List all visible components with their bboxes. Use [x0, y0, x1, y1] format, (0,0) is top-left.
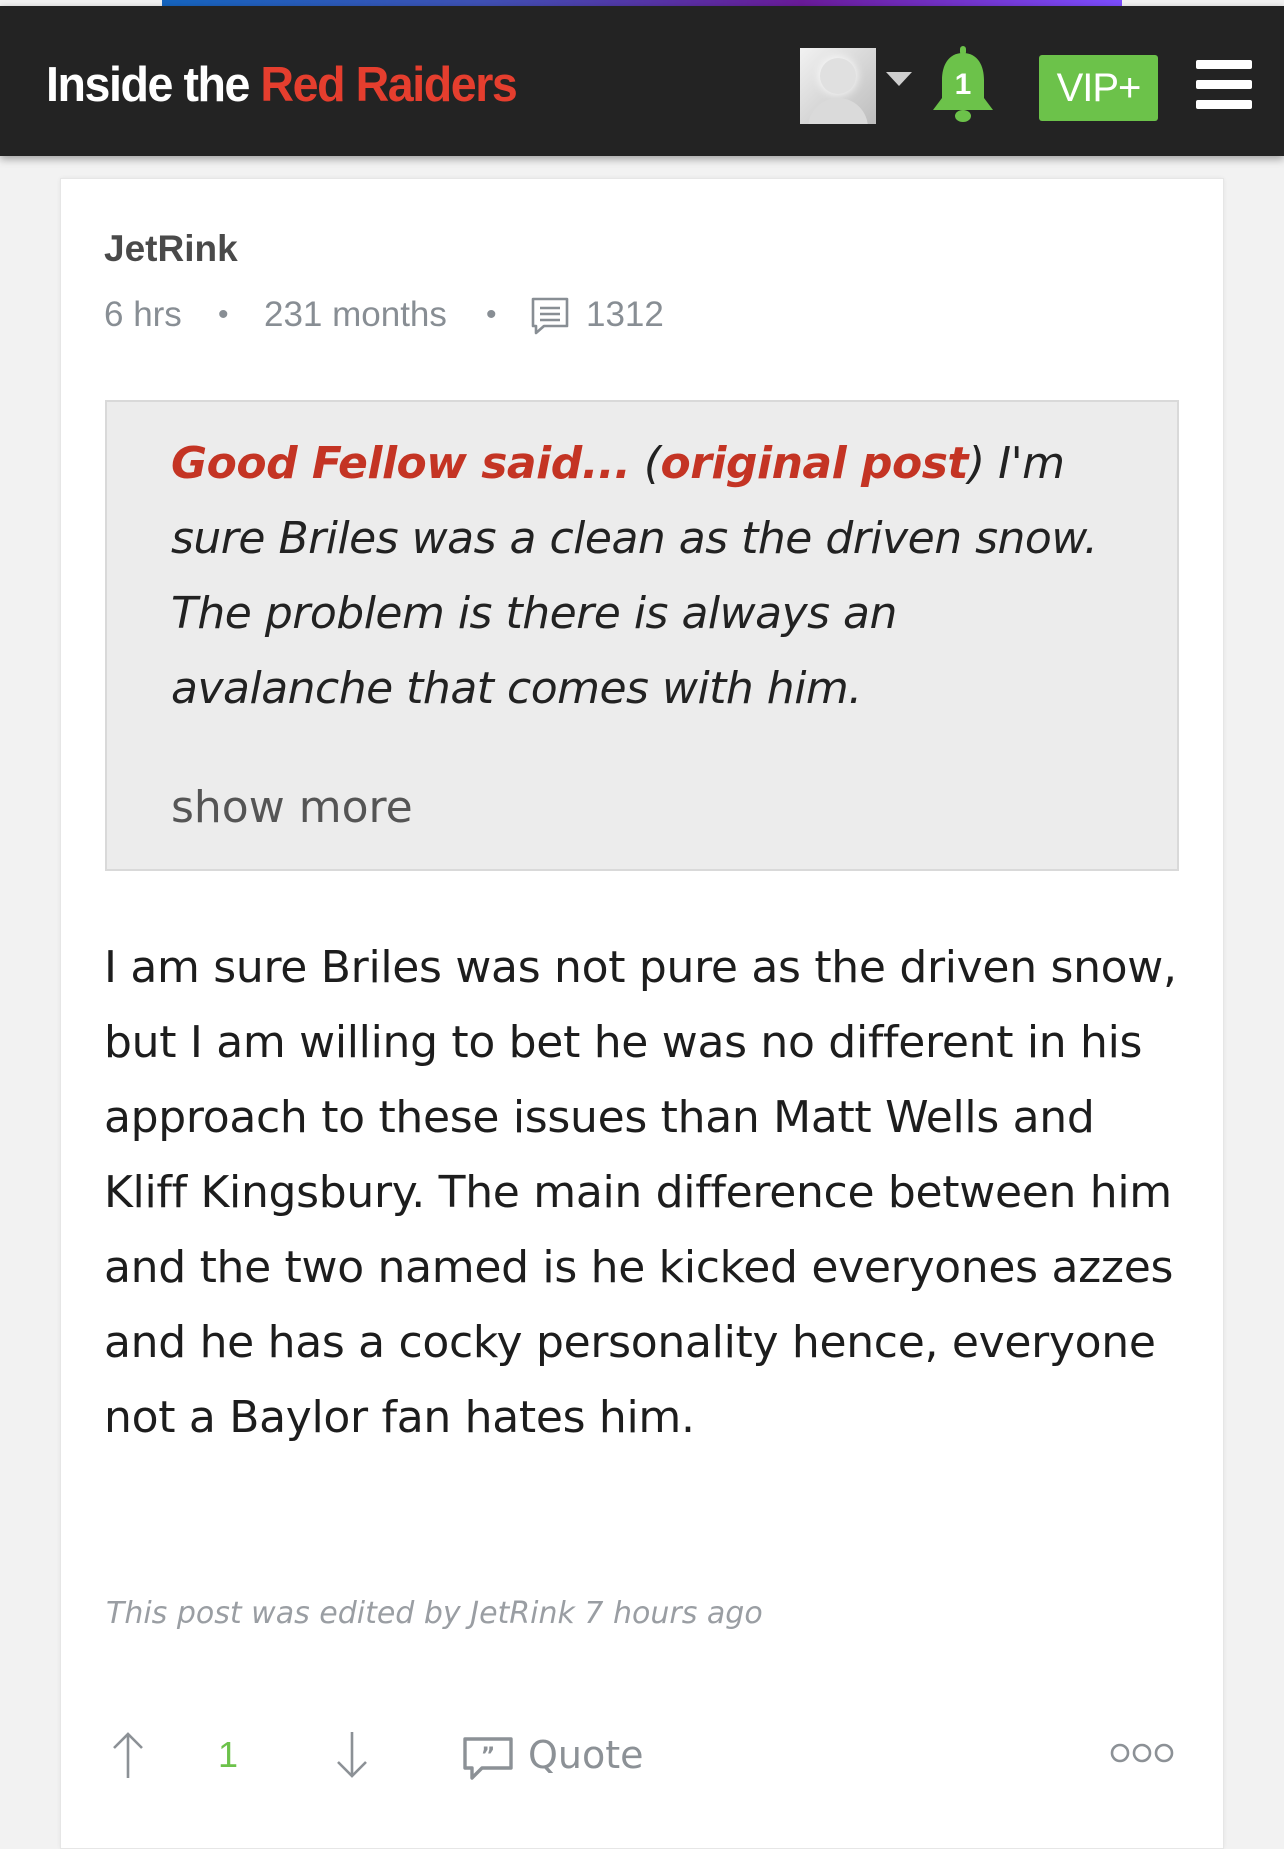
quote-open-paren: (	[630, 438, 661, 489]
quote-content: Good Fellow said... (original post) I'm …	[171, 426, 1131, 726]
edited-note: This post was edited by JetRink 7 hours …	[106, 1596, 763, 1631]
downvote-arrow-icon[interactable]	[332, 1730, 372, 1780]
post-actions: 1 ” Quote	[0, 1720, 1284, 1790]
avatar-body-shape	[808, 98, 868, 124]
post-count-icon	[531, 297, 569, 335]
user-avatar[interactable]	[800, 48, 876, 124]
more-options-icon[interactable]	[1110, 1742, 1174, 1764]
hamburger-menu-icon[interactable]	[1196, 60, 1252, 110]
logo-text-white: Inside the	[46, 58, 250, 112]
site-logo[interactable]: Inside the Red Raiders	[46, 50, 518, 120]
vip-button[interactable]: VIP+	[1039, 55, 1158, 121]
logo-text-red: Red Raiders	[260, 58, 517, 112]
svg-text:”: ”	[481, 1744, 495, 1769]
original-post-link[interactable]: original post	[661, 438, 969, 489]
vote-count: 1	[218, 1734, 239, 1775]
post-author[interactable]: JetRink	[104, 224, 238, 274]
notification-count: 1	[954, 68, 972, 101]
post-time: 6 hrs	[104, 295, 182, 334]
show-more-link[interactable]: show more	[171, 778, 413, 838]
quoted-post: Good Fellow said... (original post) I'm …	[105, 400, 1179, 871]
site-header: Inside the Red Raiders 1 VIP+	[0, 6, 1284, 156]
caret-down-icon[interactable]	[886, 72, 912, 86]
quote-author-link[interactable]: Good Fellow said...	[171, 438, 631, 489]
upvote-arrow-icon[interactable]	[108, 1730, 148, 1780]
avatar-head-shape	[820, 58, 856, 94]
quote-icon: ”	[463, 1737, 513, 1780]
post-body: I am sure Briles was not pure as the dri…	[104, 942, 1177, 1443]
post-count: 1312	[586, 295, 664, 334]
notifications-button[interactable]: 1	[930, 46, 996, 126]
meta-separator: •	[218, 298, 229, 331]
meta-separator: •	[486, 298, 497, 331]
member-duration: 231 months	[264, 295, 447, 334]
quote-label: Quote	[528, 1733, 644, 1777]
